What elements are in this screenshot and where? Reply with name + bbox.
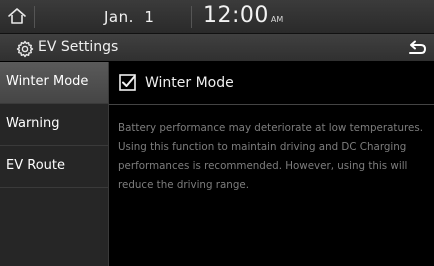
status-divider <box>34 6 35 28</box>
winter-mode-description: Battery performance may deteriorate at l… <box>118 122 423 191</box>
status-bar: Jan. 1 12:00 AM <box>0 0 434 34</box>
home-icon <box>8 8 26 24</box>
home-button[interactable] <box>6 6 28 26</box>
date-display: Jan. 1 <box>104 8 155 26</box>
checkbox-checked-icon[interactable] <box>119 74 136 91</box>
ampm-display: AM <box>270 15 284 24</box>
clock: 12:00 AM <box>203 3 283 28</box>
sidebar-item-label: Winter Mode <box>6 74 89 89</box>
back-arrow-icon <box>409 40 426 54</box>
sidebar-item-winter-mode[interactable]: Winter Mode <box>0 62 108 104</box>
page-title: EV Settings <box>38 39 119 55</box>
sidebar-item-label: EV Route <box>6 158 65 173</box>
sidebar-item-label: Warning <box>6 116 60 131</box>
winter-mode-option[interactable]: Winter Mode <box>109 62 434 105</box>
back-button[interactable] <box>398 36 434 60</box>
ev-settings-screen: Jan. 1 12:00 AM EV Settings Winter Mode W… <box>0 0 434 266</box>
winter-mode-label: Winter Mode <box>145 75 234 91</box>
sidebar-menu: Winter Mode Warning EV Route <box>0 62 109 266</box>
sidebar-item-ev-route[interactable]: EV Route <box>0 146 108 188</box>
status-divider <box>191 6 192 28</box>
sidebar-item-warning[interactable]: Warning <box>0 104 108 146</box>
time-display: 12:00 <box>203 3 269 28</box>
gear-icon <box>16 40 34 58</box>
content-panel: Winter Mode Battery performance may dete… <box>109 62 434 266</box>
